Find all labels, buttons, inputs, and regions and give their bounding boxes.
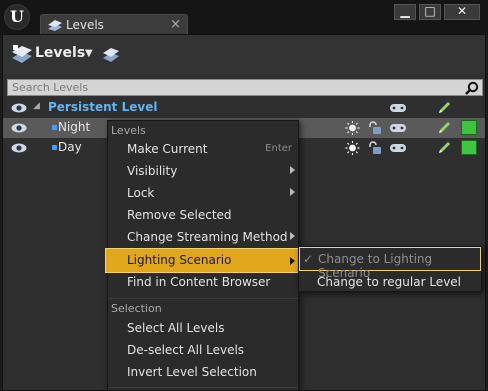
- menu-section-levels: Levels: [111, 124, 146, 137]
- submenu-arrow-icon: [290, 232, 295, 240]
- menu-item-label: Lighting Scenario: [127, 253, 232, 267]
- menu-item-change-streaming-method[interactable]: Change Streaming Method: [108, 227, 298, 249]
- expand-arrow-icon[interactable]: ◢: [33, 101, 40, 111]
- title-bar: U Levels × ▁ □ ✕: [0, 0, 488, 36]
- lighting-icon[interactable]: [345, 141, 360, 155]
- submenu-arrow-icon: [290, 257, 295, 265]
- menu-item-label: Select All Levels: [127, 321, 225, 335]
- menu-separator: [108, 298, 298, 299]
- pencil-icon[interactable]: [437, 141, 452, 155]
- lighting-scenario-submenu: ✓ Change to Lighting Scenario Change to …: [298, 246, 482, 292]
- minimize-button[interactable]: ▁: [394, 4, 416, 20]
- persistent-level-label: Persistent Level: [48, 100, 158, 114]
- search-icon[interactable]: [465, 81, 479, 95]
- search-box: [7, 79, 483, 96]
- close-icon: ✕: [456, 4, 468, 18]
- levels-icon: [12, 45, 32, 63]
- level-dot-icon: [52, 125, 57, 130]
- submenu-item-change-to-regular-level[interactable]: Change to regular Level: [299, 272, 481, 294]
- menu-item-find-in-content-browser[interactable]: Find in Content Browser: [108, 272, 298, 294]
- menu-item-invert-level-selection[interactable]: Invert Level Selection: [108, 362, 298, 384]
- chevron-down-icon[interactable]: ▼: [85, 48, 93, 59]
- submenu-item-label: Change to regular Level: [317, 275, 462, 289]
- eye-icon[interactable]: [11, 143, 27, 153]
- summon-levels-icon[interactable]: [101, 46, 121, 64]
- lighting-icon[interactable]: [345, 121, 360, 135]
- minimize-icon: ▁: [400, 4, 410, 18]
- gamepad-icon[interactable]: [389, 101, 407, 115]
- checkmark-icon: ✓: [303, 252, 314, 266]
- unreal-logo-icon[interactable]: U: [4, 4, 30, 30]
- submenu-arrow-icon: [290, 166, 295, 174]
- gamepad-icon[interactable]: [389, 121, 407, 135]
- eye-icon[interactable]: [11, 103, 27, 113]
- context-menu: Levels Make Current Enter Visibility Loc…: [105, 120, 301, 391]
- pencil-icon[interactable]: [437, 101, 452, 115]
- menu-item-select-all-levels[interactable]: Select All Levels: [108, 318, 298, 340]
- menu-item-lock[interactable]: Lock: [108, 183, 298, 205]
- level-dot-icon: [52, 145, 57, 150]
- unlock-icon[interactable]: [367, 141, 382, 155]
- search-input[interactable]: [12, 80, 452, 95]
- menu-item-label: Find in Content Browser: [127, 275, 271, 289]
- submenu-item-change-to-lighting-scenario[interactable]: ✓ Change to Lighting Scenario: [299, 247, 481, 280]
- eye-icon[interactable]: [11, 123, 27, 133]
- menu-item-label: Lock: [127, 186, 155, 200]
- maximize-button[interactable]: □: [419, 4, 441, 20]
- level-color-swatch[interactable]: [461, 140, 477, 155]
- menu-item-deselect-all-levels[interactable]: De-select All Levels: [108, 340, 298, 362]
- level-label-night: Night: [58, 120, 91, 134]
- menu-item-label: Make Current: [127, 142, 208, 156]
- menu-item-lighting-scenario[interactable]: Lighting Scenario: [105, 248, 301, 273]
- tab-label: Levels: [66, 18, 104, 32]
- gamepad-icon[interactable]: [389, 141, 407, 155]
- menu-section-selection: Selection: [111, 302, 162, 315]
- shortcut-label: Enter: [265, 143, 292, 154]
- menu-item-label: Remove Selected: [127, 208, 232, 222]
- level-label-day: Day: [58, 140, 82, 154]
- close-window-button[interactable]: ✕: [444, 4, 480, 20]
- menu-item-label: De-select All Levels: [127, 343, 245, 357]
- tab-levels[interactable]: Levels ×: [40, 14, 188, 36]
- unlock-icon[interactable]: [367, 121, 382, 135]
- menu-item-label: Change Streaming Method: [127, 230, 288, 244]
- maximize-icon: □: [424, 4, 436, 18]
- submenu-arrow-icon: [290, 188, 295, 196]
- menu-item-make-current[interactable]: Make Current Enter: [108, 139, 298, 161]
- menu-item-label: Invert Level Selection: [127, 365, 257, 379]
- levels-tab-icon: [48, 20, 62, 31]
- tab-close-icon[interactable]: ×: [170, 17, 181, 32]
- menu-item-visibility[interactable]: Visibility: [108, 161, 298, 183]
- tree-row-persistent[interactable]: ◢ Persistent Level: [3, 98, 485, 118]
- levels-menu-button[interactable]: Levels: [35, 45, 85, 61]
- menu-item-remove-selected[interactable]: Remove Selected: [108, 205, 298, 227]
- level-color-swatch[interactable]: [461, 120, 477, 135]
- menu-item-label: Visibility: [127, 164, 178, 178]
- levels-toolbar: Levels ▼: [3, 35, 485, 75]
- pencil-icon[interactable]: [437, 121, 452, 135]
- menu-separator: [108, 387, 298, 388]
